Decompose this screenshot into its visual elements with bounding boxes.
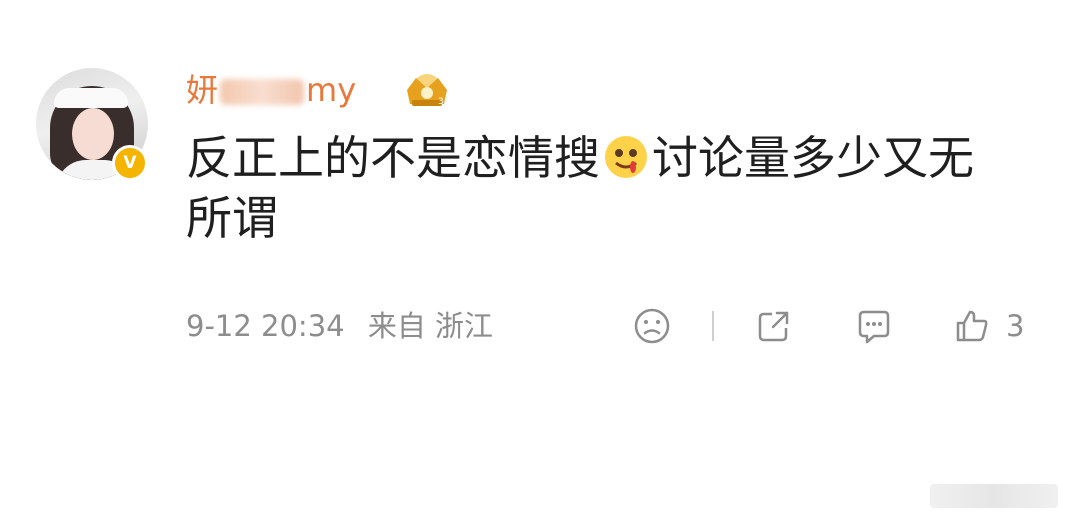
comment-location: 来自 浙江 — [367, 309, 494, 343]
svg-text:3: 3 — [438, 97, 444, 107]
reply-button[interactable] — [854, 306, 894, 346]
username-prefix: 妍 — [186, 71, 219, 109]
action-divider — [712, 311, 714, 341]
sad-face-icon — [634, 308, 670, 344]
crown-badge-icon: 3 — [407, 74, 447, 107]
comment-date: 9-12 20:34 — [186, 309, 345, 343]
share-button[interactable] — [754, 306, 794, 346]
share-icon — [758, 311, 789, 342]
dislike-button[interactable] — [632, 306, 672, 346]
like-count: 3 — [1006, 309, 1025, 343]
comment-text: 反正上的不是恋情搜 讨论量多少又无所谓 — [186, 128, 1016, 248]
comment-text-part-1: 反正上的不是恋情搜 — [186, 131, 600, 185]
username-blur — [220, 79, 305, 105]
like-button[interactable]: 3 — [952, 306, 1024, 346]
drooling-face-emoji — [605, 136, 647, 178]
comment-icon — [858, 310, 890, 344]
username[interactable]: 妍 my — [186, 68, 356, 112]
thumbs-up-icon — [956, 310, 988, 342]
top-clipped-text: ▁▁▁▁▁▁ — [880, 0, 1030, 6]
avatar-face — [72, 108, 114, 160]
comment-meta: 9-12 20:34 来自 浙江 — [186, 306, 507, 346]
verified-badge-icon: V — [112, 145, 148, 181]
watermark-bar — [930, 484, 1058, 508]
avatar-headband — [54, 88, 128, 108]
username-suffix: my — [306, 71, 357, 109]
